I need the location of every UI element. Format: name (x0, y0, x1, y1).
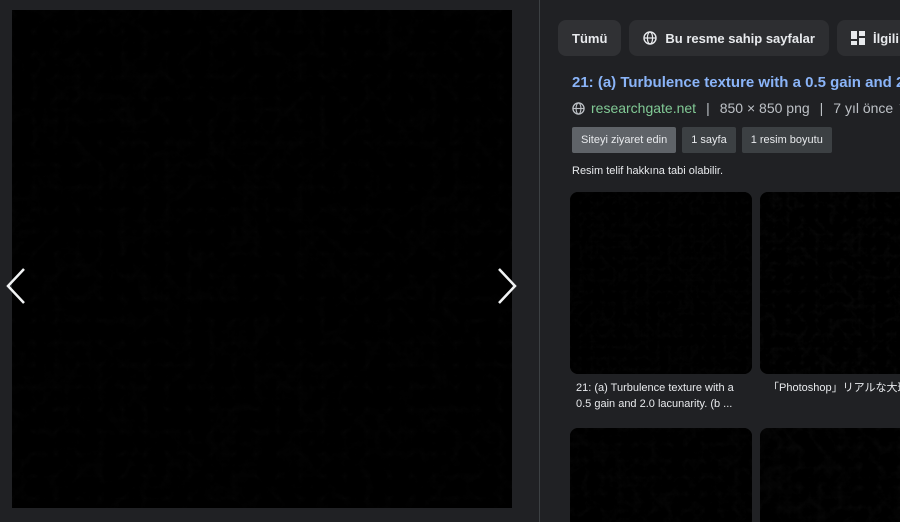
tab-related-content[interactable]: İlgili içerik (836, 20, 900, 56)
related-image-caption[interactable]: 「Photoshop」リアルな大理石テクスチャを作ってみる - mizu (768, 380, 900, 396)
result-title-link[interactable]: 21: (a) Turbulence texture with a 0.5 ga… (572, 74, 900, 91)
chevron-right-icon (498, 268, 517, 304)
turbulence-texture-image (12, 10, 512, 508)
image-sizes-button[interactable]: 1 resim boyutu (741, 127, 832, 153)
tab-label: İlgili içerik (872, 30, 900, 46)
tab-bar: Tümü Bu resme sahip sayfalar İlgili içer… (558, 20, 900, 56)
tab-all[interactable]: Tümü (558, 20, 622, 56)
related-image-thumbnail[interactable] (570, 428, 752, 522)
related-image-caption[interactable]: 21: (a) Turbulence texture with a 0.5 ga… (576, 380, 748, 412)
related-image-thumbnail[interactable] (760, 192, 900, 374)
meta-separator: | (706, 100, 710, 116)
thumbnail-image (570, 192, 752, 374)
details-panel: Tümü Bu resme sahip sayfalar İlgili içer… (540, 0, 900, 522)
thumbnail-image (570, 428, 752, 522)
image-viewer (0, 0, 540, 522)
pages-count-button[interactable]: 1 sayfa (682, 127, 736, 153)
image-dimensions: 850 × 850 png (719, 100, 810, 116)
result-meta: researchgate.net | 850 × 850 png | 7 yıl… (572, 100, 900, 116)
tab-label: Bu resme sahip sayfalar (665, 30, 815, 46)
chevron-left-icon (6, 268, 25, 304)
meta-separator: | (819, 100, 824, 116)
grid-icon (850, 31, 865, 45)
action-buttons: Siteyi ziyaret edin 1 sayfa 1 resim boyu… (572, 127, 832, 153)
copyright-notice: Resim telif hakkına tabi olabilir. (572, 165, 724, 177)
source-domain[interactable]: researchgate.net (591, 100, 696, 116)
site-globe-icon (572, 101, 585, 115)
image-age: 7 yıl önce (833, 100, 894, 116)
related-image-thumbnail[interactable] (760, 428, 900, 522)
thumbnail-image (760, 192, 900, 374)
tab-label: Tümü (572, 30, 608, 46)
related-image-thumbnail[interactable] (570, 192, 752, 374)
tab-pages-with-image[interactable]: Bu resme sahip sayfalar (629, 20, 829, 56)
previous-image-button[interactable] (4, 266, 28, 306)
globe-icon (643, 31, 658, 45)
next-image-button[interactable] (495, 266, 519, 306)
main-image[interactable] (12, 10, 512, 508)
visit-site-button[interactable]: Siteyi ziyaret edin (572, 127, 677, 153)
thumbnail-image (760, 428, 900, 522)
